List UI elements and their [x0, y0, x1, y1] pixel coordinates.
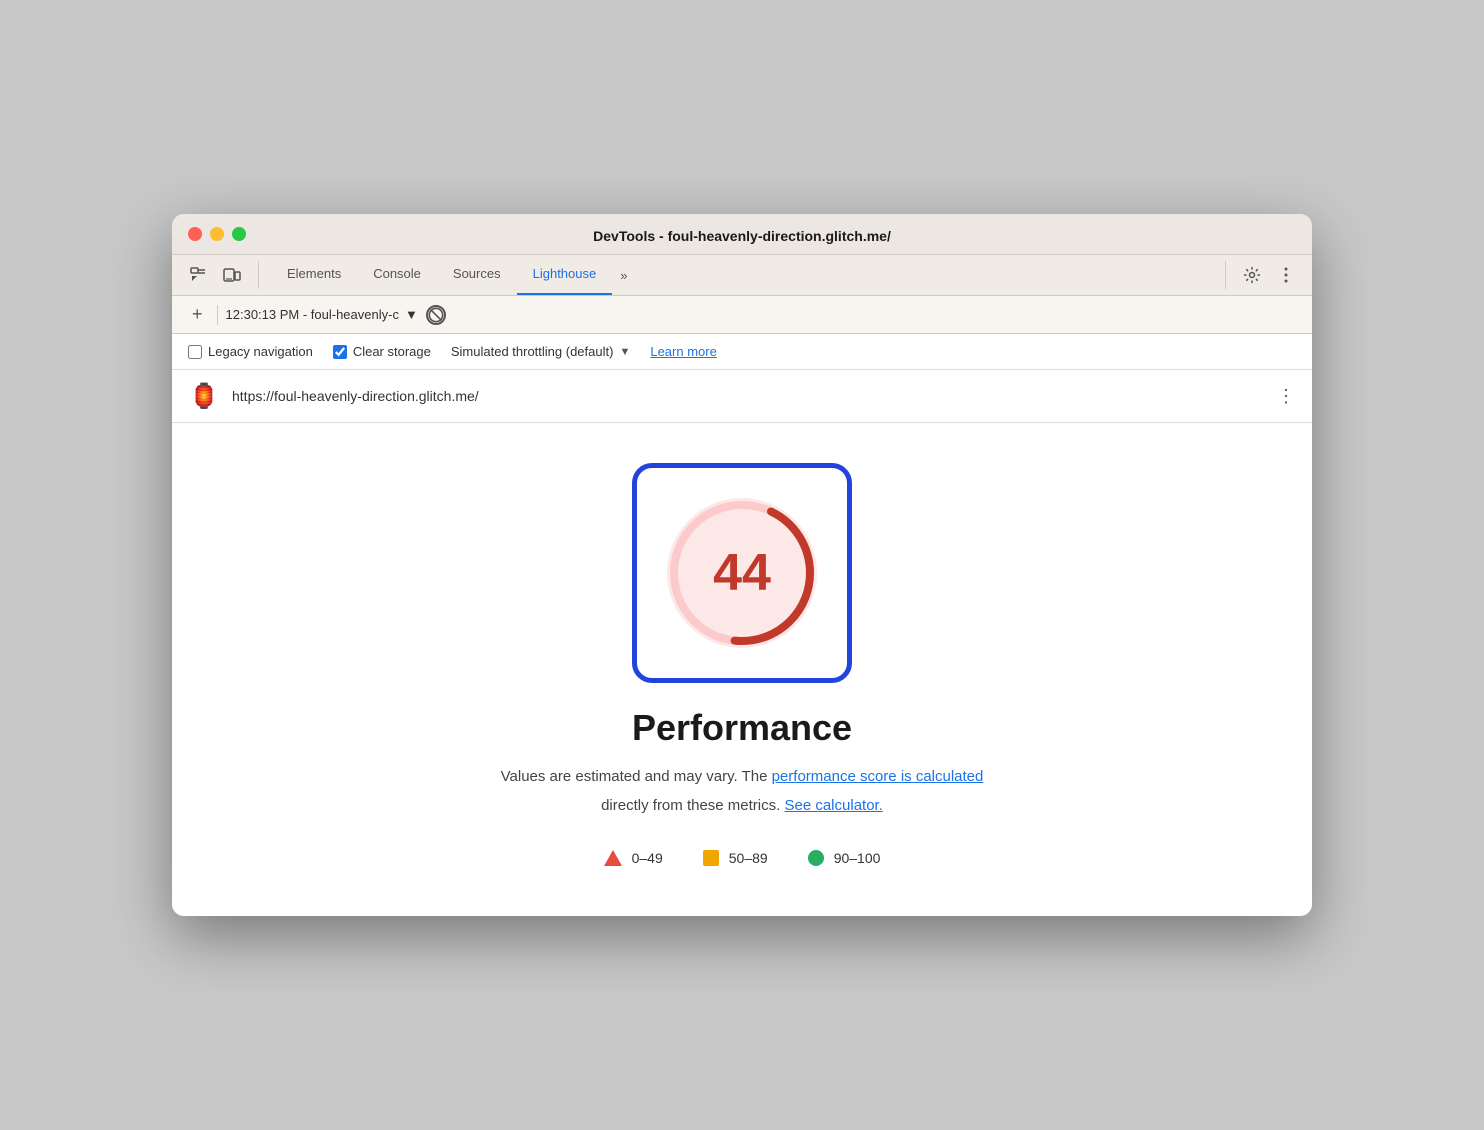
red-triangle-icon — [604, 850, 622, 866]
tab-lighthouse[interactable]: Lighthouse — [517, 255, 613, 295]
performance-label: Performance — [632, 707, 852, 749]
score-circle: 44 — [667, 498, 817, 648]
title-bar: DevTools - foul-heavenly-direction.glitc… — [172, 214, 1312, 255]
devtools-window: DevTools - foul-heavenly-direction.glitc… — [172, 214, 1312, 916]
main-content: 44 Performance Values are estimated and … — [172, 423, 1312, 916]
throttling-dropdown-arrow[interactable]: ▼ — [619, 346, 630, 358]
legend: 0–49 50–89 90–100 — [604, 850, 881, 866]
legend-item-red: 0–49 — [604, 850, 663, 866]
orange-square-icon — [703, 850, 719, 866]
description-start: Values are estimated and may vary. The — [501, 768, 772, 785]
toolbar-divider — [217, 305, 218, 325]
tab-bar-right — [1225, 261, 1300, 289]
block-requests-icon[interactable] — [426, 305, 446, 325]
url-more-options-icon[interactable]: ⋮ — [1277, 386, 1296, 407]
tab-bar: Elements Console Sources Lighthouse » — [172, 255, 1312, 296]
score-container: 44 — [632, 463, 852, 683]
tab-sources[interactable]: Sources — [437, 255, 517, 295]
green-circle-icon — [808, 850, 824, 866]
maximize-button[interactable] — [232, 227, 246, 241]
performance-score-link[interactable]: performance score is calculated — [772, 768, 984, 785]
url-bar: 🏮 https://foul-heavenly-direction.glitch… — [172, 370, 1312, 423]
tab-console[interactable]: Console — [357, 255, 437, 295]
throttling-label: Simulated throttling (default) — [451, 344, 614, 359]
tab-more[interactable]: » — [612, 255, 635, 295]
score-value: 44 — [713, 543, 771, 603]
score-description: Values are estimated and may vary. The p… — [501, 765, 984, 789]
timestamp-label: 12:30:13 PM - foul-heavenly-c — [226, 307, 399, 322]
score-description-line2: directly from these metrics. See calcula… — [601, 797, 883, 814]
legacy-navigation-label[interactable]: Legacy navigation — [208, 344, 313, 359]
traffic-lights — [188, 227, 246, 241]
settings-icon[interactable] — [1238, 261, 1266, 289]
inspect-icon[interactable] — [184, 261, 212, 289]
legend-item-orange: 50–89 — [703, 850, 768, 866]
learn-more-link[interactable]: Learn more — [650, 344, 716, 359]
site-url: https://foul-heavenly-direction.glitch.m… — [232, 388, 1265, 404]
calculator-link[interactable]: See calculator. — [784, 797, 882, 814]
add-button[interactable]: + — [186, 302, 209, 327]
legend-red-range: 0–49 — [632, 850, 663, 866]
options-bar: Legacy navigation Clear storage Simulate… — [172, 334, 1312, 370]
legend-green-range: 90–100 — [834, 850, 881, 866]
device-toggle-icon[interactable] — [218, 261, 246, 289]
tab-elements[interactable]: Elements — [271, 255, 357, 295]
legend-orange-range: 50–89 — [729, 850, 768, 866]
throttling-group: Simulated throttling (default) ▼ — [451, 344, 630, 359]
toolbar: + 12:30:13 PM - foul-heavenly-c ▼ — [172, 296, 1312, 334]
devtools-icon-group — [184, 261, 259, 289]
minimize-button[interactable] — [210, 227, 224, 241]
description-mid: directly from these metrics. — [601, 797, 784, 814]
legend-item-green: 90–100 — [808, 850, 881, 866]
more-options-icon[interactable] — [1272, 261, 1300, 289]
window-title: DevTools - foul-heavenly-direction.glitc… — [593, 228, 891, 244]
clear-storage-checkbox[interactable] — [333, 345, 347, 359]
clear-storage-label[interactable]: Clear storage — [353, 344, 431, 359]
clear-storage-group: Clear storage — [333, 344, 431, 359]
score-card: 44 — [632, 463, 852, 683]
tabs: Elements Console Sources Lighthouse » — [271, 255, 1225, 295]
dropdown-icon[interactable]: ▼ — [405, 307, 418, 322]
toolbar-url-display: 12:30:13 PM - foul-heavenly-c ▼ — [226, 307, 418, 322]
lighthouse-site-icon: 🏮 — [188, 380, 220, 412]
legacy-navigation-checkbox[interactable] — [188, 345, 202, 359]
close-button[interactable] — [188, 227, 202, 241]
legacy-navigation-group: Legacy navigation — [188, 344, 313, 359]
